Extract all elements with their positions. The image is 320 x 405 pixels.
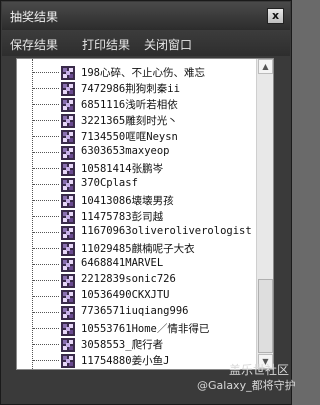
window-title: 抽奖结果 (10, 10, 59, 24)
result-row[interactable]: 10581414张鹏岑 (17, 160, 255, 177)
result-row[interactable]: 11754880姜小鱼J (17, 352, 255, 369)
user-avatar-icon (61, 145, 75, 160)
tree-branch-line (33, 328, 59, 329)
result-row[interactable]: 6851116浅听若相依 (17, 96, 255, 113)
result-row[interactable]: 198心碎、不止心伤、难忘 (17, 64, 255, 81)
tree-branch-line (33, 232, 59, 233)
tree-branch-line (33, 312, 59, 313)
user-avatar-icon (61, 129, 75, 144)
result-row[interactable]: 10413086壊壊男孩 (17, 192, 255, 209)
tree-branch-line (33, 264, 59, 265)
tree-branch-line (33, 296, 59, 297)
result-row[interactable]: 10536490CKXJTU (17, 288, 255, 305)
user-avatar-icon (61, 305, 75, 320)
result-entry-text: 11475783彭司越 (81, 211, 164, 223)
result-row[interactable]: 2212839sonic726 (17, 272, 255, 289)
result-row[interactable]: 11670963oliveroliverologist (17, 224, 255, 241)
tree-branch-line (33, 200, 59, 201)
lottery-result-window: 抽奖结果 x 保存结果 打印结果 关闭窗口 198心碎、不止心伤、难忘 74729… (0, 0, 296, 405)
result-row[interactable]: 11029485麒楠呢子大衣 (17, 240, 255, 257)
user-avatar-icon (61, 321, 75, 336)
user-avatar-icon (61, 225, 75, 240)
user-avatar-icon (61, 337, 75, 352)
result-entry-text: 6851116浅听若相依 (81, 99, 178, 111)
result-entry-text: 7134550哐哐Neysn (81, 131, 178, 143)
result-entry-text: 11670963oliveroliverologist (81, 225, 252, 237)
tree-branch-line (33, 88, 59, 89)
result-entry-text: 10536490CKXJTU (81, 289, 170, 301)
result-row[interactable]: 3221365雕刻时光丶 (17, 112, 255, 129)
scroll-thumb[interactable] (258, 279, 273, 353)
user-avatar-icon (61, 65, 75, 80)
result-entry-text: 6303653maxyeop (81, 145, 170, 157)
results-list[interactable]: 198心碎、不止心伤、难忘 7472986荆狗刺秦ii 6851116浅听若相依 32… (16, 58, 274, 370)
user-avatar-icon (61, 161, 75, 176)
tree-branch-line (33, 184, 59, 185)
menu-bar: 保存结果 打印结果 关闭窗口 (2, 30, 290, 56)
user-avatar-icon (61, 177, 75, 192)
user-avatar-icon (61, 81, 75, 96)
watermark-handle: @Galaxy_都将守护 (197, 379, 296, 392)
vertical-scrollbar[interactable]: ▲ ▼ (256, 59, 273, 369)
result-row[interactable]: 7736571iuqiang996 (17, 304, 255, 321)
user-avatar-icon (61, 273, 75, 288)
result-entry-text: 6468841MARVEL (81, 257, 164, 269)
result-row[interactable]: 10553761Home／情非得已 (17, 320, 255, 337)
user-avatar-icon (61, 209, 75, 224)
tree-branch-line (33, 72, 59, 73)
title-bar[interactable]: 抽奖结果 x (2, 2, 290, 30)
close-window-menu-item[interactable]: 关闭窗口 (144, 36, 192, 53)
tree-branch-line (33, 216, 59, 217)
result-entry-text: 3058553_爬行者 (81, 339, 164, 351)
result-row[interactable]: 370Cplasf (17, 176, 255, 193)
user-avatar-icon (61, 193, 75, 208)
user-avatar-icon (61, 257, 75, 272)
result-row[interactable]: 11475783彭司越 (17, 208, 255, 225)
result-entry-text: 10413086壊壊男孩 (81, 195, 174, 207)
tree-branch-line (33, 344, 59, 345)
user-avatar-icon (61, 353, 75, 368)
tree-branch-line (33, 280, 59, 281)
result-entry-text: 3221365雕刻时光丶 (81, 115, 178, 127)
result-entry-text: 7736571iuqiang996 (81, 305, 189, 317)
result-entry-text: 10581414张鹏岑 (81, 163, 164, 175)
tree-branch-line (33, 152, 59, 153)
tree-branch-line (33, 120, 59, 121)
result-row[interactable]: 7134550哐哐Neysn (17, 128, 255, 145)
result-entry-text: 11029485麒楠呢子大衣 (81, 243, 195, 255)
result-entry-text: 370Cplasf (81, 177, 138, 189)
result-entry-text: 11754880姜小鱼J (81, 355, 170, 367)
result-row[interactable]: 6303653maxyeop (17, 144, 255, 161)
result-entry-text: 10553761Home／情非得已 (81, 323, 210, 335)
tree-branch-line (33, 136, 59, 137)
user-avatar-icon (61, 97, 75, 112)
close-button[interactable]: x (267, 8, 284, 24)
save-results-menu-item[interactable]: 保存结果 (10, 36, 58, 53)
user-avatar-icon (61, 113, 75, 128)
result-row[interactable]: 6468841MARVEL (17, 256, 255, 273)
tree-branch-line (33, 248, 59, 249)
scroll-up-arrow-icon[interactable]: ▲ (258, 59, 273, 74)
result-row[interactable]: 3058553_爬行者 (17, 336, 255, 353)
result-row[interactable]: 7472986荆狗刺秦ii (17, 80, 255, 97)
tree-branch-line (33, 168, 59, 169)
tree-branch-line (33, 360, 59, 361)
user-avatar-icon (61, 289, 75, 304)
result-entry-text: 198心碎、不止心伤、难忘 (81, 67, 205, 79)
watermark-community: 盖乐世社区 (229, 363, 290, 377)
result-entry-text: 7472986荆狗刺秦ii (81, 83, 180, 95)
tree-branch-line (33, 104, 59, 105)
print-results-menu-item[interactable]: 打印结果 (82, 36, 130, 53)
user-avatar-icon (61, 241, 75, 256)
result-entry-text: 2212839sonic726 (81, 273, 176, 285)
